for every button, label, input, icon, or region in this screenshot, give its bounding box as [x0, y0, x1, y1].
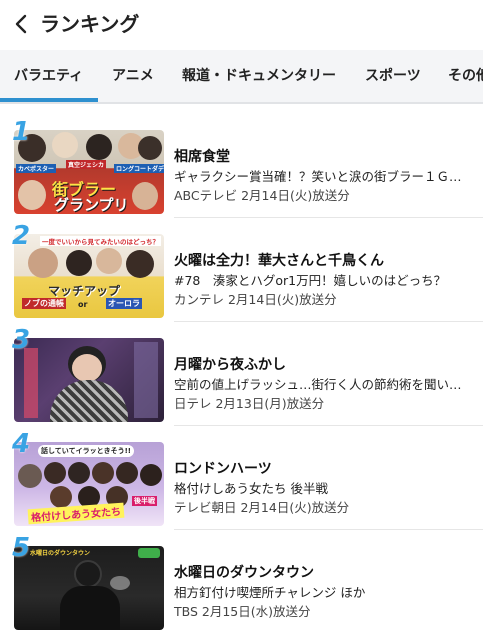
program-thumbnail[interactable]: 話していてイラッときそう!! 格付けしあう女たち 後半戦	[14, 442, 164, 526]
program-thumbnail[interactable]: カベポスター 真空ジェシカ ロングコートダディ 街ブラー グランプリ	[14, 130, 164, 214]
program-description: #78 湊家とハグor1万円！嬉しいのはどっち？	[174, 273, 447, 288]
program-thumbnail[interactable]	[14, 338, 164, 422]
page-title: ランキング	[40, 12, 140, 36]
app-header: ランキング	[0, 0, 483, 50]
program-broadcast-info: TBS 2月15日(水)放送分	[174, 604, 311, 619]
program-title[interactable]: 水曜日のダウンタウン	[174, 564, 314, 582]
program-title[interactable]: 火曜は全力！華大さんと千鳥くん	[174, 252, 384, 270]
ranking-item[interactable]: 3 月曜から夜ふかし 空前の値上げラッシュ…街行く人の節約術を聞い… 日テレ 2…	[0, 312, 483, 426]
ranking-item[interactable]: 4 話していてイラッときそう!! 格付けしあう女たち 後半戦 ロンドンハーツ 格…	[0, 416, 483, 530]
program-title[interactable]: ロンドンハーツ	[174, 460, 272, 478]
rank-number: 3	[12, 325, 31, 355]
program-broadcast-info: ABCテレビ 2月14日(火)放送分	[174, 188, 350, 203]
thumbnail-caption: 真空ジェシカ	[66, 160, 107, 169]
rank-number: 2	[12, 221, 31, 251]
program-title[interactable]: 相席食堂	[174, 148, 230, 166]
thumbnail-caption: 水曜日のダウンタウン	[30, 550, 91, 557]
program-title[interactable]: 月曜から夜ふかし	[174, 356, 286, 374]
ranking-item[interactable]: 1 カベポスター 真空ジェシカ ロングコートダディ 街ブラー グランプリ 相席食…	[0, 104, 483, 218]
tab-sports[interactable]: スポーツ	[365, 66, 421, 86]
program-thumbnail[interactable]: 水曜日のダウンタウン	[14, 546, 164, 630]
category-tabs: バラエティ アニメ 報道・ドキュメンタリー スポーツ その他	[0, 50, 483, 104]
tab-anime[interactable]: アニメ	[112, 66, 154, 86]
program-description: 空前の値上げラッシュ…街行く人の節約術を聞い…	[174, 377, 462, 392]
back-arrow-icon[interactable]	[10, 12, 34, 36]
ranking-item[interactable]: 2 一度でいいから見てみたいのはどっち？ マッチアップ ノブの通帳 or オーロ…	[0, 208, 483, 322]
tab-other[interactable]: その他	[448, 66, 483, 86]
program-broadcast-info: カンテレ 2月14日(火)放送分	[174, 292, 337, 307]
tab-news-documentary[interactable]: 報道・ドキュメンタリー	[182, 66, 336, 86]
program-description: 格付けしあう女たち 後半戦	[174, 481, 328, 496]
program-description: ギャラクシー賞当確！？笑いと涙の街ブラー１Ｇ…	[174, 169, 462, 184]
rank-number: 1	[12, 117, 31, 147]
program-broadcast-info: テレビ朝日 2月14日(火)放送分	[174, 500, 350, 515]
thumbnail-caption: カベポスター	[16, 164, 57, 173]
program-broadcast-info: 日テレ 2月13日(月)放送分	[174, 396, 325, 411]
rank-number: 4	[12, 429, 31, 459]
thumbnail-caption: 話していてイラッときそう!!	[38, 445, 134, 457]
ranking-item[interactable]: 5 水曜日のダウンタウン 水曜日のダウンタウン 相方釘付け喫煙所チャレンジ ほか…	[0, 520, 483, 630]
thumbnail-caption: マッチアップ	[48, 284, 121, 298]
thumbnail-caption: ロングコートダディ	[114, 164, 164, 173]
thumbnail-caption: or	[78, 300, 88, 309]
rank-number: 5	[12, 533, 31, 563]
thumbnail-caption: ノブの通帳	[22, 298, 66, 309]
thumbnail-caption: 一度でいいから見てみたいのはどっち？	[40, 236, 161, 246]
program-description: 相方釘付け喫煙所チャレンジ ほか	[174, 585, 366, 600]
tab-variety[interactable]: バラエティ	[14, 66, 83, 86]
thumbnail-caption: 後半戦	[132, 496, 157, 506]
thumbnail-caption: オーロラ	[106, 298, 142, 309]
program-thumbnail[interactable]: 一度でいいから見てみたいのはどっち？ マッチアップ ノブの通帳 or オーロラ	[14, 234, 164, 318]
